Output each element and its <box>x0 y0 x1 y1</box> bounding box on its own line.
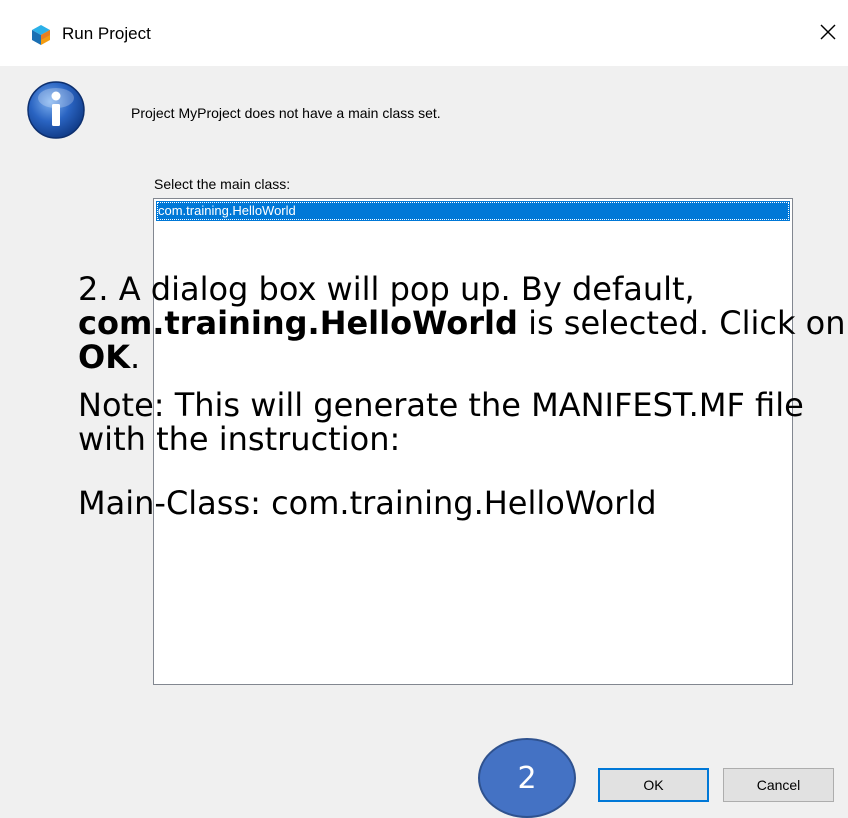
step-ok-word: OK <box>78 338 130 376</box>
main-class-instruction: Main-Class: com.training.HelloWorld <box>78 484 657 522</box>
step-callout: 2 <box>478 738 576 818</box>
close-icon <box>818 22 838 47</box>
step-class-name: com.training.HelloWorld <box>78 304 518 342</box>
info-icon <box>26 80 86 140</box>
note-text: Note: This will generate the MANIFEST.MF… <box>78 386 804 458</box>
close-button[interactable] <box>808 14 848 54</box>
title-bar: Run Project <box>0 0 848 66</box>
cancel-button[interactable]: Cancel <box>723 768 834 802</box>
ok-button[interactable]: OK <box>598 768 709 802</box>
select-main-class-label: Select the main class: <box>154 176 291 192</box>
step-text: 2. A dialog box will pop up. By default,… <box>78 270 846 376</box>
dialog-message: Project MyProject does not have a main c… <box>131 105 441 121</box>
run-project-dialog: Run Project Project MyProject does not h… <box>0 0 848 818</box>
window-title: Run Project <box>62 24 151 43</box>
list-item[interactable]: com.training.HelloWorld <box>156 201 790 221</box>
netbeans-cube-icon <box>30 24 52 46</box>
instruction-overlay: 2. A dialog box will pop up. By default,… <box>78 272 848 520</box>
